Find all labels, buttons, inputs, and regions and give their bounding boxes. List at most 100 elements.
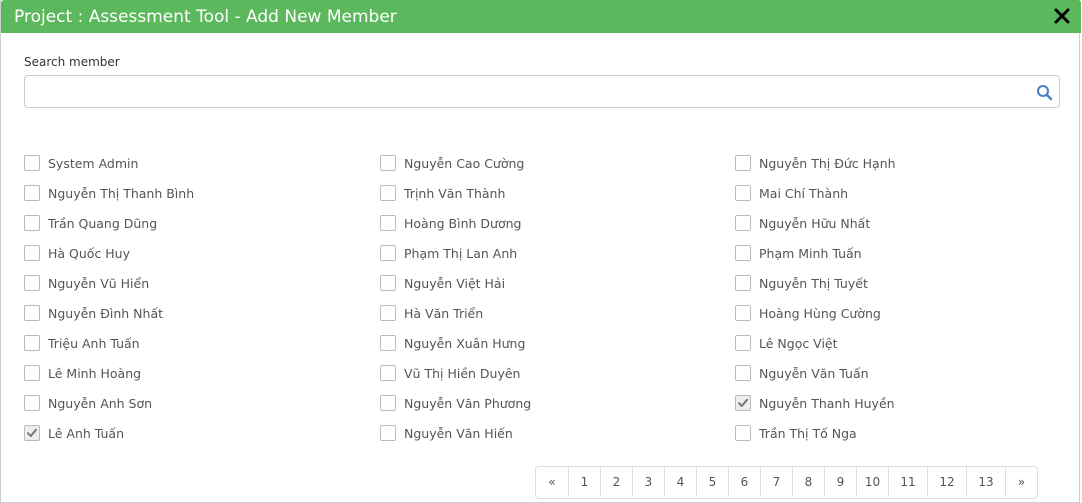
member-item[interactable]: Nguyễn Cao Cường xyxy=(380,148,524,178)
member-checkbox[interactable] xyxy=(735,155,751,171)
member-item[interactable]: Hoàng Hùng Cường xyxy=(735,298,881,328)
member-name: Nguyễn Văn Phương xyxy=(404,395,532,411)
page-button-8[interactable]: 8 xyxy=(792,467,824,496)
page-button-3[interactable]: 3 xyxy=(632,467,664,496)
page-button-5[interactable]: 5 xyxy=(696,467,728,496)
member-name: Lê Ngọc Việt xyxy=(759,335,838,351)
member-item[interactable]: Hà Văn Triển xyxy=(380,298,483,328)
member-checkbox[interactable] xyxy=(24,215,40,231)
member-checkbox[interactable] xyxy=(735,305,751,321)
member-item[interactable]: Nguyễn Vũ Hiển xyxy=(24,268,149,298)
member-name: Trần Thị Tố Nga xyxy=(759,425,857,441)
page-button-12[interactable]: 12 xyxy=(927,467,966,496)
member-item[interactable]: Triệu Anh Tuấn xyxy=(24,328,140,358)
member-name: Phạm Minh Tuấn xyxy=(759,245,862,261)
page-button-1[interactable]: 1 xyxy=(568,467,600,496)
member-item[interactable]: Lê Minh Hoàng xyxy=(24,358,141,388)
member-item[interactable]: Nguyễn Văn Phương xyxy=(380,388,531,418)
dialog-header: Project : Assessment Tool - Add New Memb… xyxy=(1,0,1081,33)
dialog-title: Project : Assessment Tool - Add New Memb… xyxy=(14,7,397,27)
member-item[interactable]: Nguyễn Thị Tuyết xyxy=(735,268,868,298)
member-item[interactable]: Phạm Thị Lan Anh xyxy=(380,238,517,268)
member-name: Nguyễn Xuân Hưng xyxy=(404,335,526,351)
member-name: Nguyễn Cao Cường xyxy=(404,155,525,171)
member-checkbox[interactable] xyxy=(735,335,751,351)
member-item[interactable]: Vũ Thị Hiền Duyên xyxy=(380,358,520,388)
member-checkbox[interactable] xyxy=(380,335,396,351)
member-checkbox[interactable] xyxy=(380,365,396,381)
member-item[interactable]: Phạm Minh Tuấn xyxy=(735,238,862,268)
member-item[interactable]: Nguyễn Văn Hiến xyxy=(380,418,513,448)
member-checkbox[interactable] xyxy=(380,305,396,321)
member-name: Nguyễn Văn Tuấn xyxy=(759,365,869,381)
member-checkbox[interactable] xyxy=(380,215,396,231)
page-button-7[interactable]: 7 xyxy=(760,467,792,496)
member-item[interactable]: Lê Ngọc Việt xyxy=(735,328,838,358)
member-name: Mai Chí Thành xyxy=(759,185,849,201)
member-item[interactable]: Nguyễn Thị Thanh Bình xyxy=(24,178,194,208)
member-item[interactable]: Nguyễn Văn Tuấn xyxy=(735,358,869,388)
member-checkbox[interactable] xyxy=(24,245,40,261)
member-name: Nguyễn Thị Tuyết xyxy=(759,275,868,291)
member-item[interactable]: Nguyễn Thanh Huyền xyxy=(735,388,895,418)
page-button-6[interactable]: 6 xyxy=(728,467,760,496)
member-checkbox[interactable] xyxy=(380,275,396,291)
member-checkbox[interactable] xyxy=(735,425,751,441)
search-input[interactable] xyxy=(31,80,1025,105)
member-name: Trần Quang Dũng xyxy=(48,215,158,231)
member-item[interactable]: Nguyễn Anh Sơn xyxy=(24,388,152,418)
member-checkbox[interactable] xyxy=(24,185,40,201)
member-item[interactable]: Lê Anh Tuấn xyxy=(24,418,124,448)
page-next-button[interactable]: » xyxy=(1005,467,1037,496)
member-item[interactable]: Nguyễn Xuân Hưng xyxy=(380,328,525,358)
member-item[interactable]: Trần Thị Tố Nga xyxy=(735,418,857,448)
member-checkbox[interactable] xyxy=(735,365,751,381)
search-icon[interactable] xyxy=(1036,84,1053,101)
member-checkbox[interactable] xyxy=(24,155,40,171)
member-name: Nguyễn Anh Sơn xyxy=(48,395,153,411)
member-checkbox[interactable] xyxy=(380,425,396,441)
member-checkbox[interactable] xyxy=(24,275,40,291)
member-name: Hoàng Hùng Cường xyxy=(759,305,881,321)
member-item[interactable]: Nguyễn Thị Đức Hạnh xyxy=(735,148,896,178)
member-checkbox[interactable] xyxy=(24,365,40,381)
member-item[interactable]: Nguyễn Đình Nhất xyxy=(24,298,163,328)
member-name: Trịnh Văn Thành xyxy=(404,185,506,201)
member-item[interactable]: Trần Quang Dũng xyxy=(24,208,157,238)
member-item[interactable]: Hà Quốc Huy xyxy=(24,238,130,268)
member-name: Nguyễn Thị Thanh Bình xyxy=(48,185,195,201)
member-checkbox[interactable] xyxy=(380,245,396,261)
page-button-10[interactable]: 10 xyxy=(856,467,888,496)
member-name: Phạm Thị Lan Anh xyxy=(404,245,518,261)
member-item[interactable]: Nguyễn Hữu Nhất xyxy=(735,208,870,238)
member-checkbox[interactable] xyxy=(380,395,396,411)
member-checkbox[interactable] xyxy=(735,275,751,291)
member-item[interactable]: Nguyễn Việt Hải xyxy=(380,268,505,298)
checkmark-icon xyxy=(27,428,37,437)
page-prev-button[interactable]: « xyxy=(536,467,568,496)
close-button[interactable] xyxy=(1053,7,1071,25)
member-checkbox[interactable] xyxy=(380,155,396,171)
member-checkbox[interactable] xyxy=(735,185,751,201)
search-label: Search member xyxy=(24,55,120,69)
member-row: Nguyễn Anh Sơn Nguyễn Văn Phương Nguyễn Th… xyxy=(24,388,1082,418)
member-checkbox[interactable] xyxy=(735,215,751,231)
member-checkbox[interactable] xyxy=(735,395,751,411)
member-checkbox[interactable] xyxy=(735,245,751,261)
member-item[interactable]: System Admin xyxy=(24,148,138,178)
page-button-9[interactable]: 9 xyxy=(824,467,856,496)
page-button-13[interactable]: 13 xyxy=(966,467,1005,496)
member-item[interactable]: Hoàng Bình Dương xyxy=(380,208,521,238)
member-item[interactable]: Mai Chí Thành xyxy=(735,178,848,208)
member-checkbox[interactable] xyxy=(24,395,40,411)
member-name: System Admin xyxy=(48,155,139,171)
page-button-4[interactable]: 4 xyxy=(664,467,696,496)
member-item[interactable]: Trịnh Văn Thành xyxy=(380,178,505,208)
page-button-2[interactable]: 2 xyxy=(600,467,632,496)
member-name: Hà Văn Triển xyxy=(404,305,484,321)
member-checkbox[interactable] xyxy=(24,305,40,321)
member-checkbox[interactable] xyxy=(380,185,396,201)
member-checkbox[interactable] xyxy=(24,335,40,351)
member-checkbox[interactable] xyxy=(24,425,40,441)
page-button-11[interactable]: 11 xyxy=(888,467,927,496)
